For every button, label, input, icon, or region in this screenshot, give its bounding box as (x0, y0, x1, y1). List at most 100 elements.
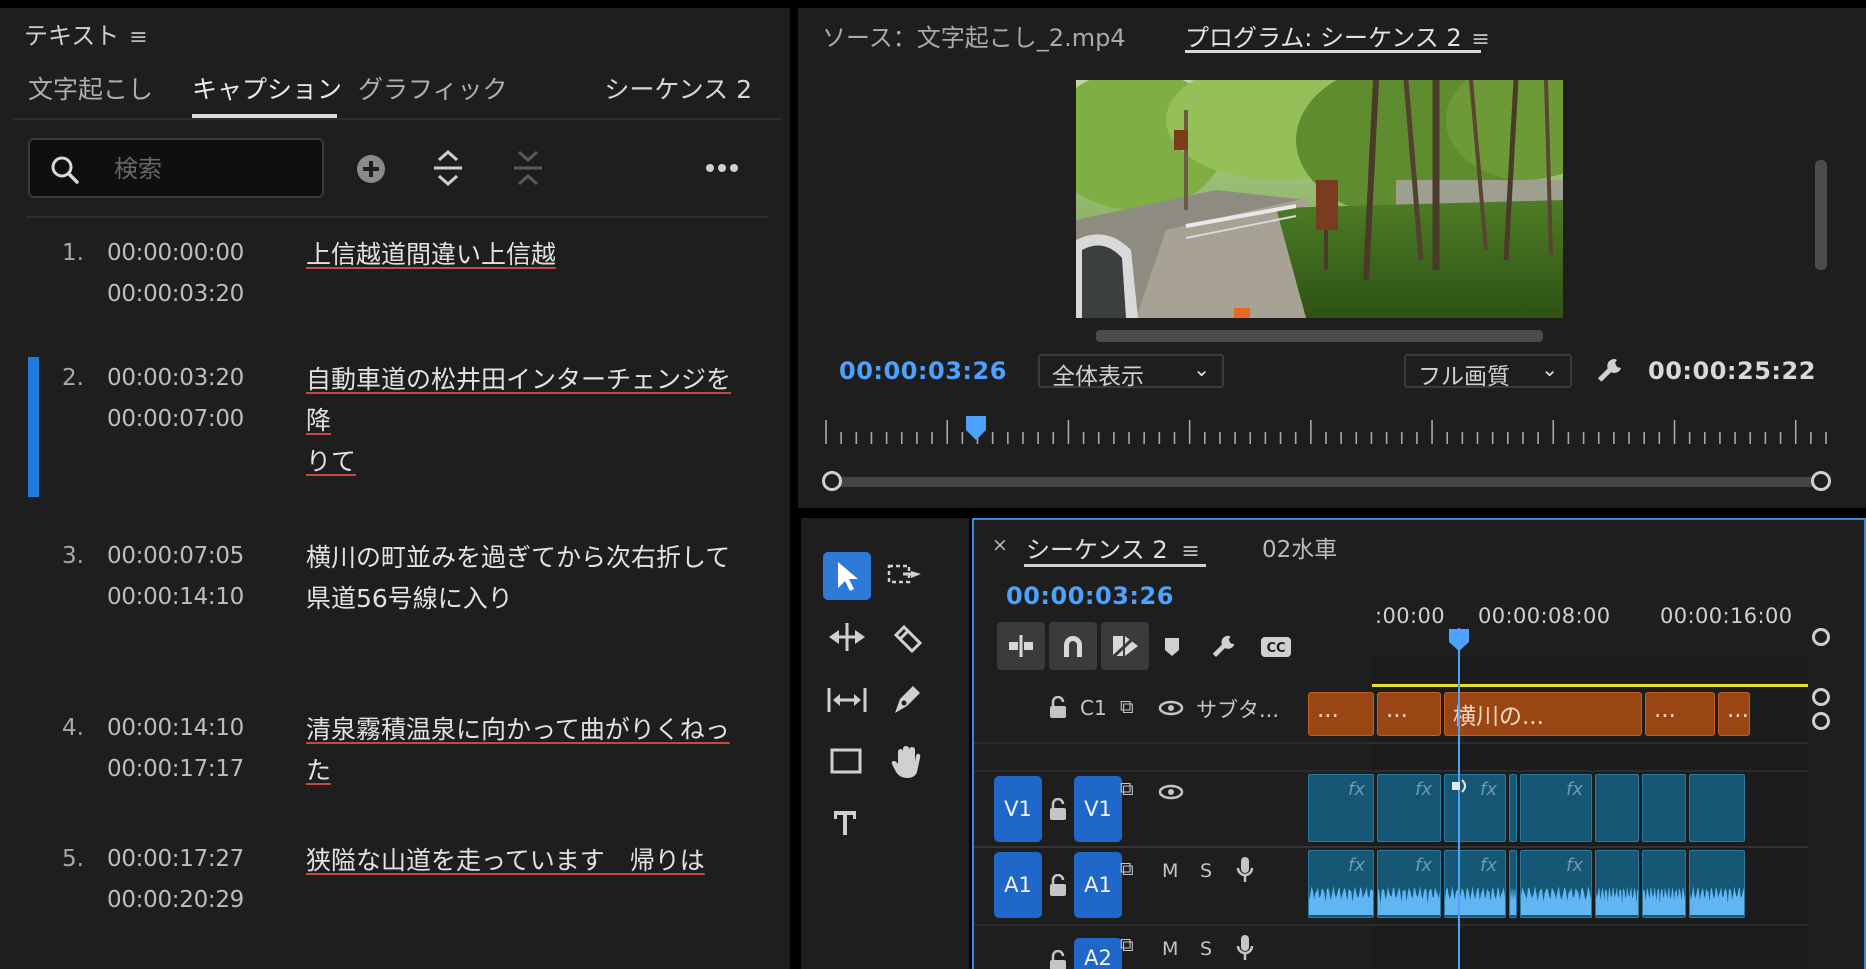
video-clip[interactable] (1689, 774, 1745, 842)
caption-start-time[interactable]: 00:00:14:10 (107, 715, 244, 741)
audio-clip[interactable]: fx (1520, 850, 1592, 918)
microphone-icon[interactable] (1236, 934, 1254, 962)
caption-start-time[interactable]: 00:00:00:00 (107, 240, 244, 266)
video-clip[interactable]: fx (1377, 774, 1441, 842)
tab-sequence[interactable]: シーケンス 2 ≡ (1026, 530, 1200, 565)
close-icon[interactable]: × (992, 534, 1008, 556)
razor-tool[interactable] (883, 614, 931, 662)
linked-selection-button[interactable] (1101, 622, 1149, 670)
caption-end-time[interactable]: 00:00:14:10 (107, 584, 244, 610)
type-tool[interactable] (823, 800, 871, 848)
caption-item[interactable]: 5. 00:00:17:27 00:00:20:29 狭隘な山道を走っています 帰りは (0, 846, 780, 969)
audio-clip[interactable] (1689, 850, 1745, 918)
lock-icon[interactable] (1048, 798, 1068, 822)
audio-clip[interactable] (1595, 850, 1639, 918)
add-caption-icon[interactable] (355, 153, 387, 185)
preview-scrollbar[interactable] (1096, 330, 1543, 342)
search-box[interactable] (28, 138, 324, 198)
timeline-timecode[interactable]: 00:00:03:26 (1006, 582, 1174, 610)
selection-tool[interactable] (823, 552, 871, 600)
tab-source[interactable]: ソース：文字起こし_2.mp4 (822, 18, 1126, 53)
caption-clip[interactable]: ... (1308, 692, 1374, 736)
caption-clip[interactable]: 横川の... (1444, 692, 1642, 736)
caption-clip[interactable]: ... (1377, 692, 1441, 736)
caption-end-time[interactable]: 00:00:03:20 (107, 281, 244, 307)
scroll-handle[interactable] (1812, 712, 1830, 730)
scroll-handle[interactable] (1812, 628, 1830, 646)
monitor-time-ruler[interactable] (822, 412, 1830, 446)
search-input[interactable] (114, 150, 310, 188)
caption-item[interactable]: 3. 00:00:07:05 00:00:14:10 横川の町並みを過ぎてから次右折し… (0, 543, 780, 683)
caption-text[interactable]: 狭隘な山道を走っています 帰りは (306, 840, 746, 881)
slip-tool[interactable] (823, 676, 871, 724)
caption-start-time[interactable]: 00:00:17:27 (107, 846, 244, 872)
eye-icon[interactable] (1158, 700, 1184, 716)
ripple-edit-tool[interactable] (823, 614, 871, 662)
audio-clip[interactable]: fx (1377, 850, 1441, 918)
caption-end-time[interactable]: 00:00:07:00 (107, 406, 244, 432)
panel-menu-icon[interactable]: ≡ (1471, 27, 1489, 52)
lock-icon[interactable] (1048, 950, 1068, 969)
video-preview[interactable] (1076, 80, 1563, 318)
caption-end-time[interactable]: 00:00:20:29 (107, 887, 244, 913)
sync-lock-icon[interactable]: ⧉ (1120, 696, 1134, 718)
tab-graphics[interactable]: グラフィック (358, 70, 508, 106)
caption-text[interactable]: 横川の町並みを過ぎてから次右折して 県道56号線に入り (306, 537, 746, 619)
video-clip[interactable] (1642, 774, 1686, 842)
hand-tool[interactable] (883, 738, 931, 786)
video-clip[interactable]: fx (1520, 774, 1592, 842)
caption-start-time[interactable]: 00:00:07:05 (107, 543, 244, 569)
solo-button[interactable]: S (1200, 938, 1212, 960)
more-options-icon[interactable] (704, 158, 740, 178)
caption-end-time[interactable]: 00:00:17:17 (107, 756, 244, 782)
playhead-handle[interactable] (1448, 628, 1470, 652)
scroll-handle[interactable] (1812, 688, 1830, 706)
nest-toggle-button[interactable] (997, 622, 1045, 670)
caption-text[interactable]: 清泉霧積温泉に向かって曲がりくねった (306, 709, 746, 791)
lock-icon[interactable] (1048, 874, 1068, 898)
captions-icon[interactable]: CC (1256, 630, 1296, 664)
video-clip[interactable] (1509, 774, 1517, 842)
microphone-icon[interactable] (1236, 856, 1254, 884)
merge-captions-icon[interactable] (510, 148, 546, 188)
mute-button[interactable]: M (1162, 860, 1178, 882)
track-select-tool[interactable] (883, 552, 931, 600)
quality-dropdown[interactable]: フル画質 ⌄ (1404, 354, 1572, 390)
sync-lock-icon[interactable]: ⧉ (1120, 934, 1134, 956)
caption-text[interactable]: 上信越道間違い上信越 (306, 234, 746, 275)
sync-lock-icon[interactable]: ⧉ (1120, 778, 1134, 800)
add-marker-icon[interactable] (1152, 630, 1192, 664)
monitor-zoom-scrollbar[interactable] (828, 477, 1818, 487)
track-target-a1[interactable]: A1 (1074, 852, 1122, 918)
scroll-handle-right[interactable] (1811, 471, 1831, 491)
panel-menu-icon[interactable]: ≡ (1181, 539, 1199, 564)
caption-item[interactable]: 4. 00:00:14:10 00:00:17:17 清泉霧積温泉に向かって曲がりくね… (0, 715, 780, 855)
split-caption-icon[interactable] (430, 148, 466, 188)
tab-transcript[interactable]: 文字起こし (28, 70, 153, 106)
sync-lock-icon[interactable]: ⧉ (1120, 858, 1134, 880)
audio-clip[interactable] (1642, 850, 1686, 918)
video-clip[interactable]: fx (1308, 774, 1374, 842)
lock-icon[interactable] (1048, 696, 1068, 720)
playhead-timecode[interactable]: 00:00:03:26 (839, 357, 1007, 385)
tab-program[interactable]: プログラム: シーケンス 2 ≡ (1185, 18, 1490, 53)
eye-icon[interactable] (1158, 784, 1184, 800)
caption-track-name[interactable]: C1 (1080, 696, 1107, 720)
track-target-v1[interactable]: V1 (1074, 776, 1122, 842)
snap-button[interactable] (1049, 622, 1097, 670)
caption-text[interactable]: 自動車道の松井田インターチェンジを降 りて (306, 359, 746, 482)
wrench-icon[interactable] (1595, 356, 1625, 386)
audio-clip[interactable]: fx (1444, 850, 1506, 918)
caption-item[interactable]: 2. 00:00:03:20 00:00:07:00 自動車道の松井田インターチェンジ… (0, 357, 780, 505)
caption-clip[interactable]: ... (1718, 692, 1750, 736)
mute-button[interactable]: M (1162, 938, 1178, 960)
solo-button[interactable]: S (1200, 860, 1212, 882)
caption-clip[interactable]: ... (1645, 692, 1715, 736)
source-patch-v1[interactable]: V1 (994, 776, 1042, 842)
scroll-handle-left[interactable] (822, 471, 842, 491)
rectangle-tool[interactable] (823, 738, 871, 786)
work-area-bar[interactable] (1372, 684, 1808, 687)
pen-tool[interactable] (883, 676, 931, 724)
source-patch-a1[interactable]: A1 (994, 852, 1042, 918)
vertical-scrollbar[interactable] (1815, 160, 1827, 270)
